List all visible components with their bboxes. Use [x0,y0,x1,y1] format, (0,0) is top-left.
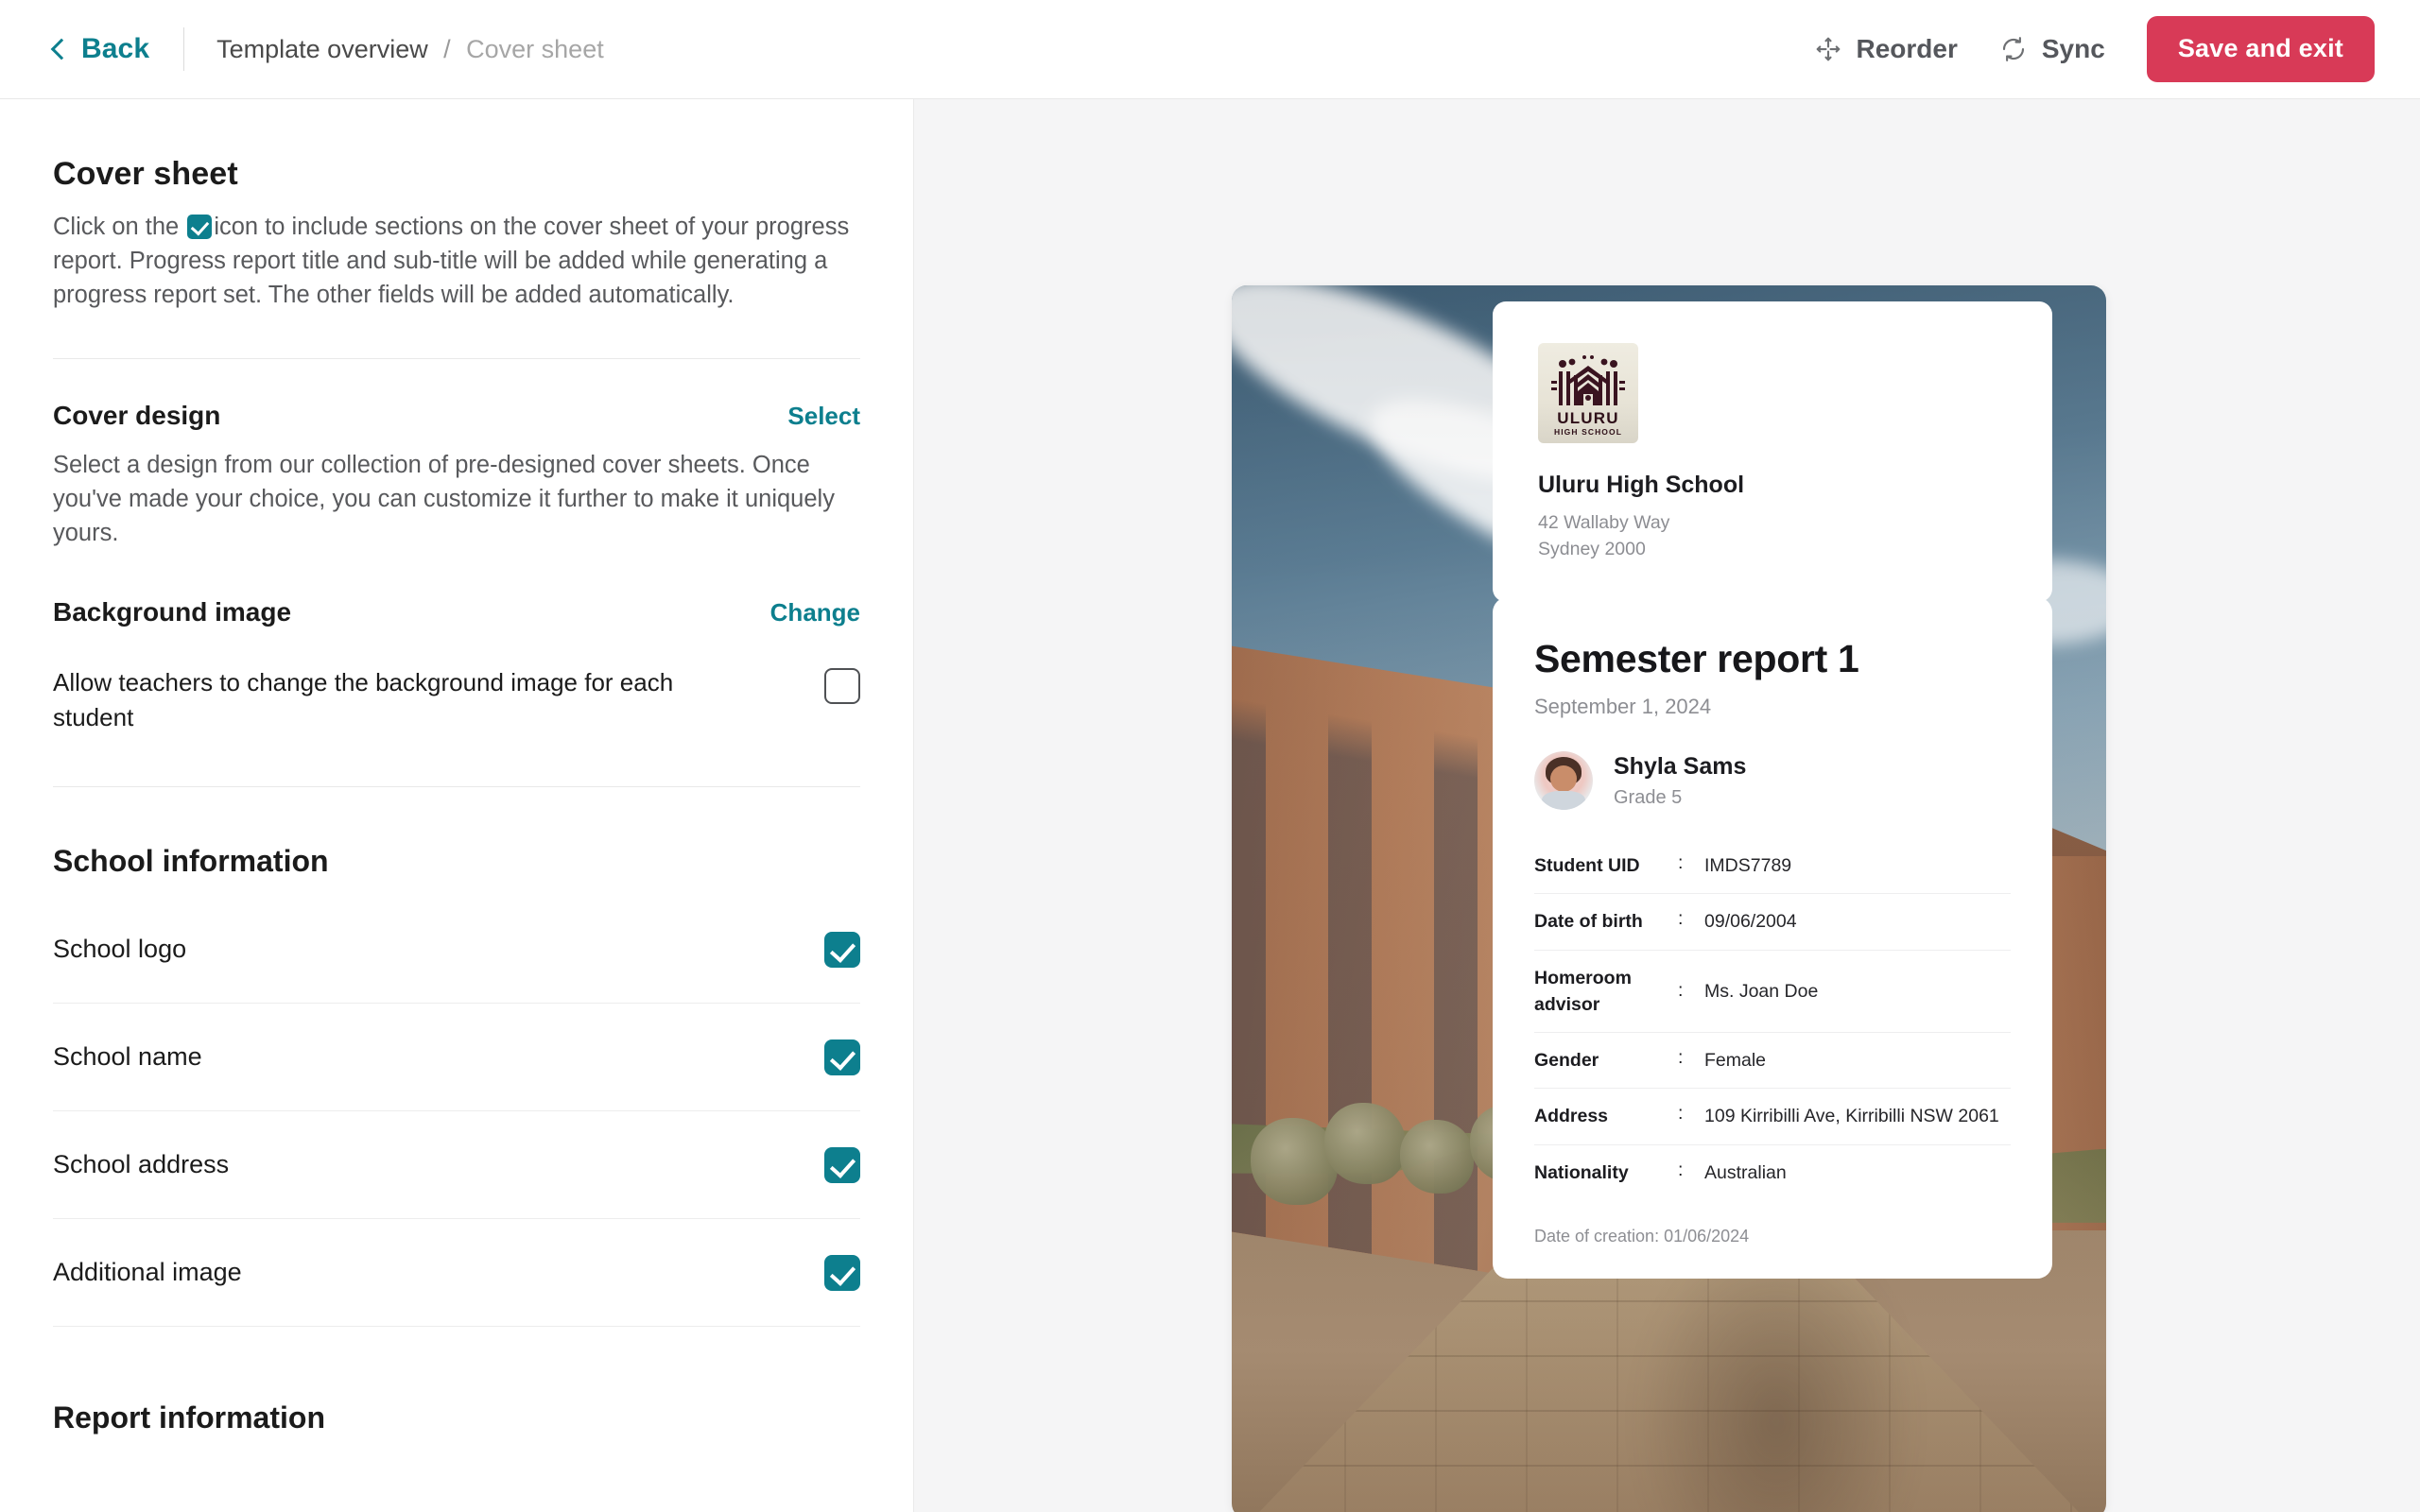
allow-teachers-row: Allow teachers to change the background … [53,665,860,735]
body: Cover sheet Click on the icon to include… [0,99,2420,1512]
info-key: Homeroom advisor [1534,967,1632,1015]
cover-sheet-preview[interactable]: ULURU HIGH SCHOOL Uluru High School 42 W… [1232,285,2106,1512]
info-colon: : [1678,908,1684,930]
divider [53,357,860,359]
report-details-card: Semester report 1 September 1, 2024 Shyl… [1493,597,2052,1279]
breadcrumb-separator: / [443,34,451,63]
chevron-left-icon [47,39,68,60]
cover-design-header: Cover design Select [53,401,860,431]
option-label: Additional image [53,1258,242,1287]
page-title: Cover sheet [53,156,238,192]
allow-teachers-checkbox[interactable] [824,668,860,705]
reorder-button[interactable]: Reorder [1814,34,1958,64]
student-info-table: Student UID : IMDS7789 Date of birth : 0… [1534,838,2011,1200]
background-image-header: Background image Change [53,597,860,627]
info-colon: : [1678,1103,1684,1125]
inline-check-icon [187,215,213,239]
school-info-card: ULURU HIGH SCHOOL Uluru High School 42 W… [1493,301,2052,603]
top-bar-actions: Reorder Sync Save and exit [1814,16,2375,82]
info-value: 09/06/2004 [1704,911,1797,933]
info-key: Student UID [1534,855,1640,876]
option-row-school-name: School name [53,1004,860,1112]
student-row: Shyla Sams Grade 5 [1534,751,2011,810]
info-key: Address [1534,1106,1609,1127]
option-checkbox-school-address[interactable] [824,1146,860,1183]
school-information-options: School logo School name School address A… [53,896,860,1328]
option-label: School address [53,1150,230,1179]
info-value: IMDS7789 [1704,855,1792,876]
option-label: School name [53,1042,202,1072]
option-checkbox-school-name[interactable] [824,1039,860,1075]
info-colon: : [1678,1047,1684,1069]
sync-icon [1999,35,2028,63]
cover-design-title: Cover design [53,400,221,430]
school-address: 42 Wallaby Way Sydney 2000 [1538,510,2007,562]
settings-panel: Cover sheet Click on the icon to include… [0,99,913,1512]
option-row-additional-image: Additional image [53,1219,860,1328]
table-row: Date of birth : 09/06/2004 [1534,894,2011,951]
student-grade: Grade 5 [1614,786,1683,808]
report-date: September 1, 2024 [1534,695,1712,718]
background-image-title: Background image [53,597,292,627]
info-key: Date of birth [1534,911,1643,933]
info-key: Gender [1534,1050,1599,1072]
table-row: Nationality : Australian [1534,1145,2011,1200]
report-title: Semester report 1 [1534,637,1859,680]
header-divider [183,27,185,71]
top-bar: Back Template overview / Cover sheet Reo… [0,0,2420,99]
school-address-line1: 42 Wallaby Way [1538,512,1670,533]
back-button[interactable]: Back [47,33,149,65]
back-label: Back [81,33,150,64]
info-value: Ms. Joan Doe [1704,980,1819,1002]
allow-teachers-label: Allow teachers to change the background … [53,668,674,732]
breadcrumb-current: Cover sheet [466,34,604,63]
logo-text-primary: ULURU [1557,409,1619,427]
info-key: Nationality [1534,1161,1629,1183]
description-before: Click on the [53,214,186,240]
option-row-school-logo: School logo [53,896,860,1005]
breadcrumb-parent[interactable]: Template overview [216,35,428,63]
info-colon: : [1678,1159,1684,1180]
divider-2 [53,786,860,788]
table-row: Gender : Female [1534,1033,2011,1090]
save-and-exit-button[interactable]: Save and exit [2146,16,2375,82]
info-colon: : [1678,980,1684,1002]
breadcrumb: Template overview / Cover sheet [216,35,604,64]
reorder-label: Reorder [1856,34,1958,63]
date-of-creation: Date of creation: 01/06/2024 [1534,1226,1750,1246]
option-checkbox-school-logo[interactable] [824,931,860,968]
page-description: Click on the icon to include sections on… [53,210,860,313]
cover-design-select-link[interactable]: Select [787,402,860,431]
school-name: Uluru High School [1538,472,1745,498]
student-name: Shyla Sams [1614,752,1747,780]
info-value: Australian [1704,1161,1787,1183]
table-row: Address : 109 Kirribilli Ave, Kirribilli… [1534,1089,2011,1145]
logo-text-secondary: HIGH SCHOOL [1554,427,1622,437]
sync-button[interactable]: Sync [1999,34,2105,64]
background-image-change-link[interactable]: Change [770,598,860,627]
school-information-heading: School information [53,844,329,879]
report-information-heading: Report information [53,1400,325,1435]
info-value: Female [1704,1050,1767,1072]
avatar [1534,751,1593,810]
table-row: Homeroom advisor : Ms. Joan Doe [1534,951,2011,1034]
move-arrows-icon [1814,35,1842,63]
table-row: Student UID : IMDS7789 [1534,838,2011,895]
school-logo: ULURU HIGH SCHOOL [1538,343,1638,443]
school-address-line2: Sydney 2000 [1538,538,1646,559]
option-checkbox-additional-image[interactable] [824,1254,860,1291]
option-label: School logo [53,935,187,964]
uluru-logo-icon: ULURU HIGH SCHOOL [1551,355,1625,437]
info-colon: : [1678,852,1684,873]
cover-design-description: Select a design from our collection of p… [53,451,835,547]
preview-panel: ULURU HIGH SCHOOL Uluru High School 42 W… [913,99,2420,1512]
info-value: 109 Kirribilli Ave, Kirribilli NSW 2061 [1704,1106,1999,1127]
sync-label: Sync [2041,34,2105,63]
option-row-school-address: School address [53,1111,860,1220]
